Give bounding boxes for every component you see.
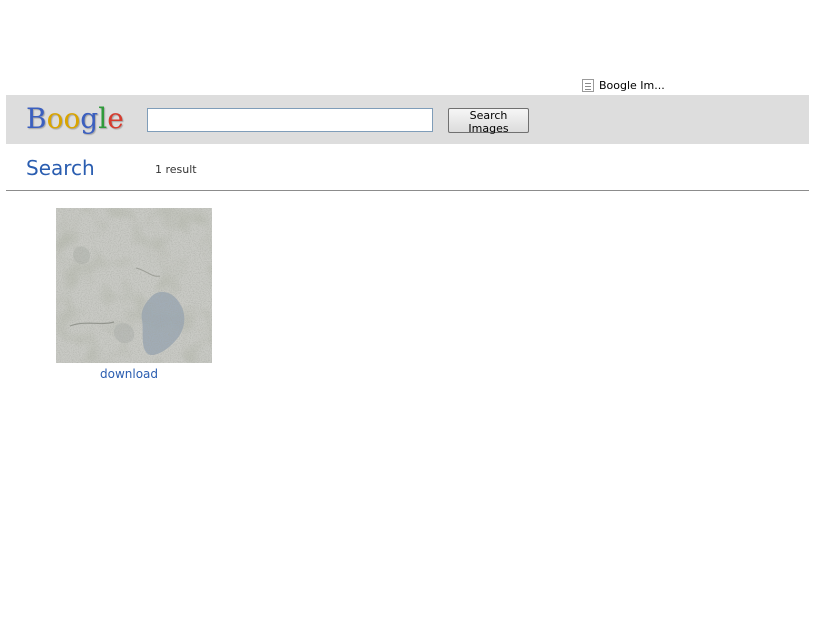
logo-letter: l — [98, 102, 108, 135]
logo-letter: o — [46, 102, 64, 135]
download-link[interactable]: download — [56, 367, 202, 381]
logo-letter: g — [80, 102, 99, 135]
result-count: 1 result — [155, 163, 197, 176]
result-item: download — [56, 208, 212, 381]
search-input[interactable] — [147, 108, 433, 132]
tab-label: Boogle Im... — [599, 78, 665, 92]
results-header: Search 1 result — [6, 144, 809, 191]
search-bar: Boogle Search Images — [6, 95, 809, 144]
search-images-button[interactable]: Search Images — [448, 108, 529, 135]
logo-letter: e — [107, 102, 124, 135]
page-icon — [582, 78, 594, 92]
logo-letter: B — [26, 102, 47, 135]
browser-tab[interactable]: Boogle Im... — [582, 77, 665, 93]
section-title: Search — [26, 156, 95, 180]
result-thumbnail[interactable] — [56, 208, 212, 363]
boogle-logo[interactable]: Boogle — [26, 101, 124, 137]
logo-letter: o — [63, 102, 81, 135]
page: Boogle Im... Boogle Search Images Search… — [0, 0, 816, 624]
